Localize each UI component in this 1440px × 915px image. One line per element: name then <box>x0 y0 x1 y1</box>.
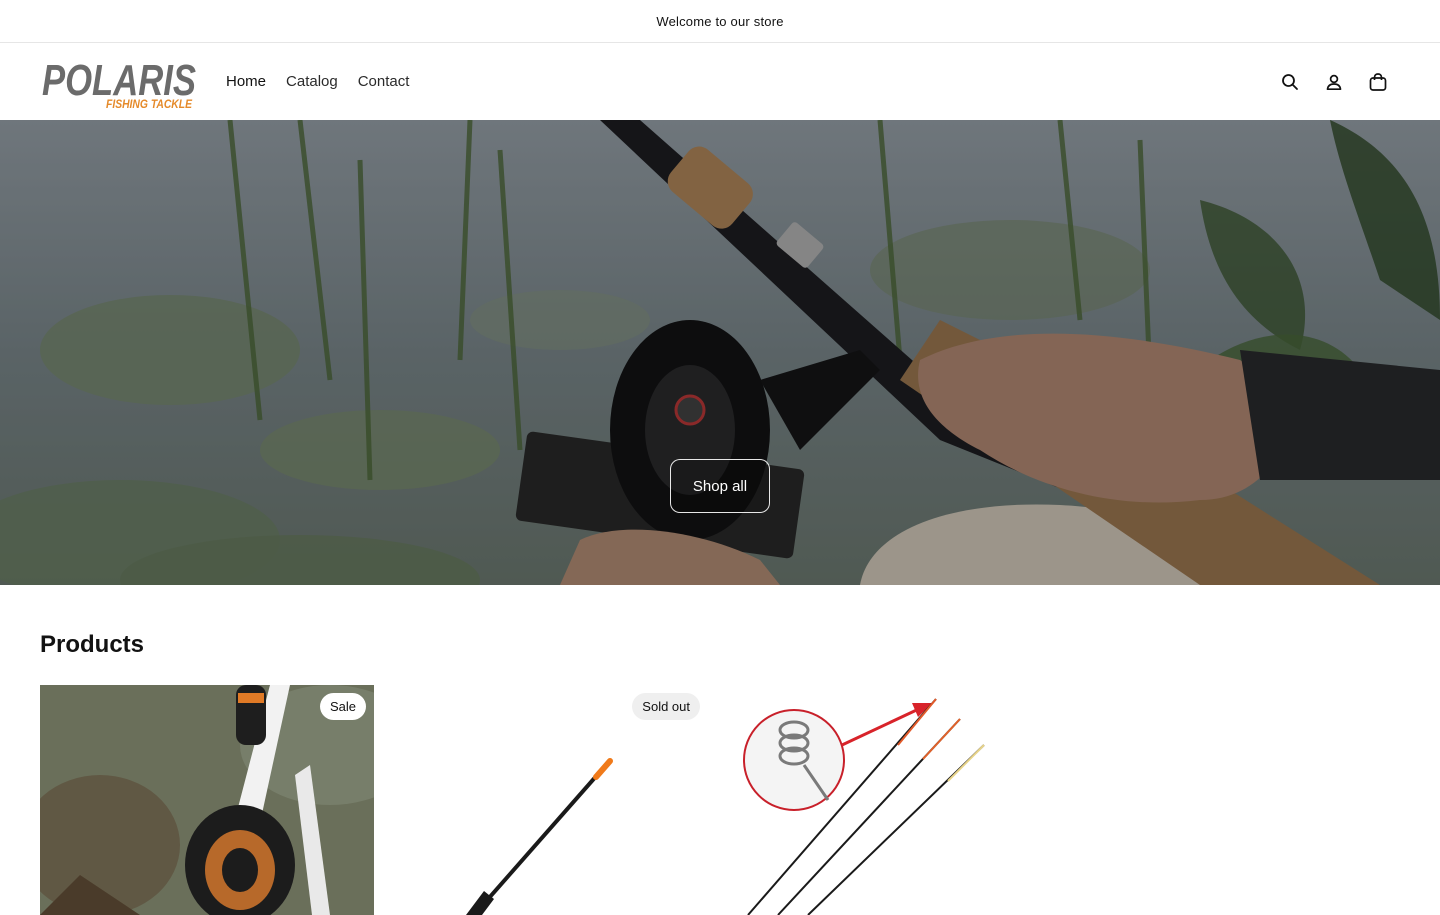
product-image-quiver-tips <box>708 685 1042 915</box>
products-section: Products Sale Sold out <box>0 631 1440 915</box>
nav-home[interactable]: Home <box>216 67 276 96</box>
product-image-rod-reel <box>40 685 374 915</box>
cart-icon <box>1369 72 1387 91</box>
store-logo[interactable]: POLARIS FISHING TACKLE <box>40 53 198 111</box>
svg-text:FISHING TACKLE: FISHING TACKLE <box>106 97 193 111</box>
sale-badge: Sale <box>319 693 366 720</box>
header-icons <box>1268 43 1400 120</box>
product-card[interactable]: Sale <box>40 685 374 915</box>
products-heading: Products <box>40 631 145 658</box>
cart-button[interactable] <box>1356 60 1400 104</box>
site-header: POLARIS FISHING TACKLE Home Catalog Cont… <box>0 43 1440 120</box>
sold-out-badge: Sold out <box>632 693 700 720</box>
polaris-logo-icon: POLARIS FISHING TACKLE <box>42 56 196 111</box>
shop-all-button[interactable]: Shop all <box>670 459 770 513</box>
nav-contact[interactable]: Contact <box>348 67 420 96</box>
account-icon <box>1326 74 1342 90</box>
announcement-bar: Welcome to our store <box>0 0 1440 43</box>
nav-catalog[interactable]: Catalog <box>276 67 348 96</box>
account-button[interactable] <box>1312 60 1356 104</box>
hero-banner: Shop all <box>0 120 1440 585</box>
hero-overlay <box>0 120 1440 585</box>
product-card[interactable]: Sold out <box>374 685 708 915</box>
main-nav: Home Catalog Contact <box>216 67 419 96</box>
announcement-text: Welcome to our store <box>656 13 784 29</box>
product-grid: Sale Sold out <box>40 685 1400 915</box>
search-icon <box>1282 73 1298 90</box>
search-button[interactable] <box>1268 60 1312 104</box>
product-card[interactable] <box>708 685 1042 915</box>
